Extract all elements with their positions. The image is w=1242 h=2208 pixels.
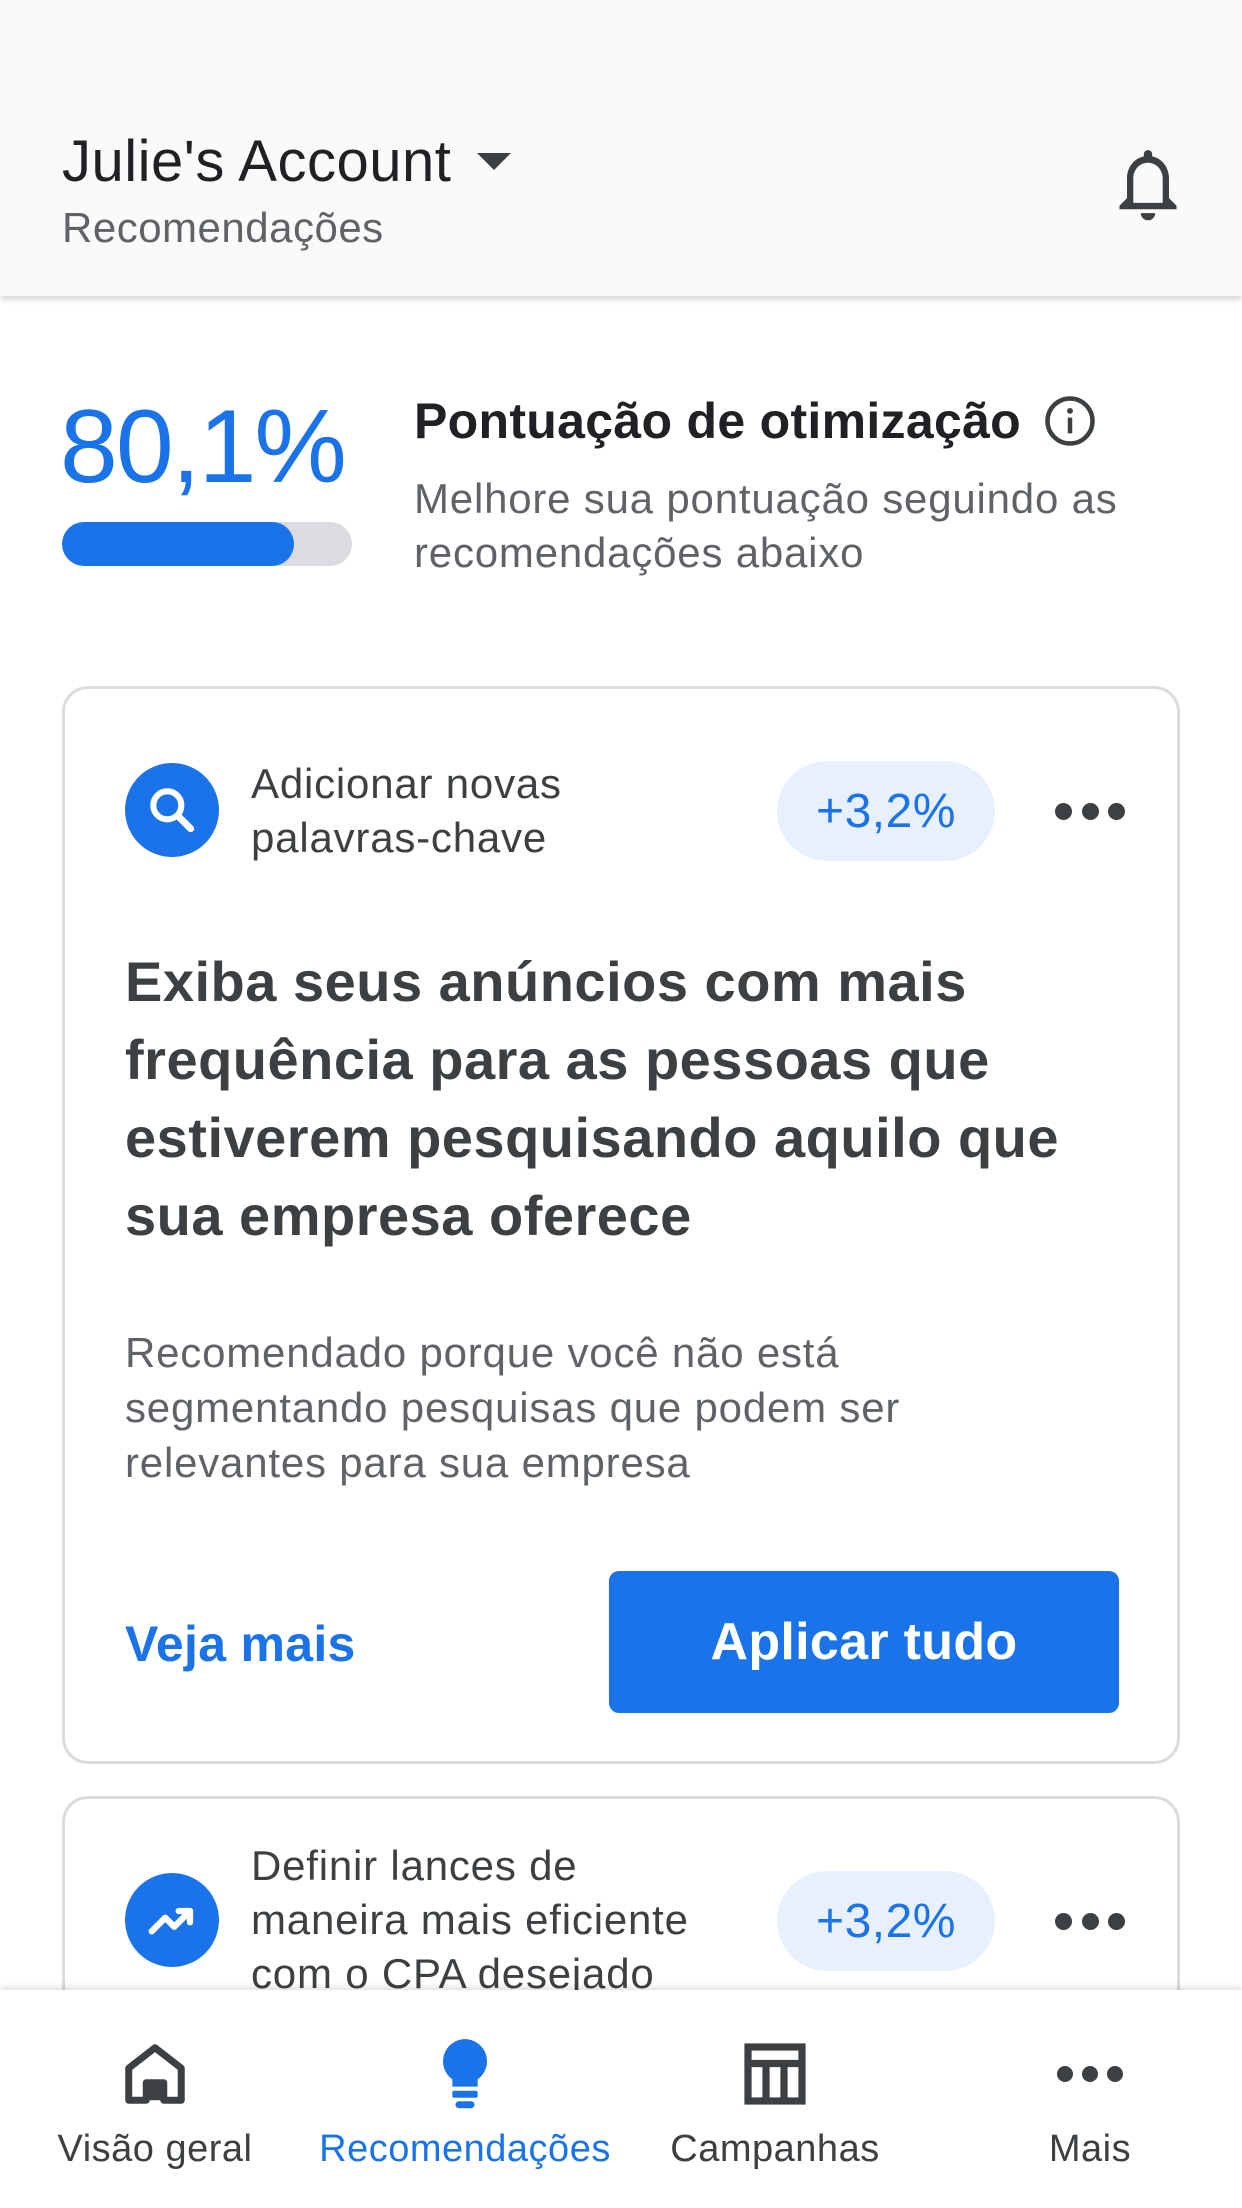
uplift-badge: +3,2% (777, 1871, 995, 1971)
home-icon (125, 2044, 185, 2104)
more-options-icon[interactable] (1055, 1909, 1125, 1933)
optimization-score-heading: Pontuação de otimização (414, 392, 1097, 450)
bottom-navigation: Visão geral Recomendações Campanhas Mais (0, 1990, 1242, 2208)
recommendation-category: Definir lances de maneira mais eficiente… (251, 1839, 689, 2001)
app-header: Julie's Account Recomendações (0, 0, 1242, 296)
lightbulb-icon (443, 2039, 487, 2109)
optimization-score-title: Pontuação de otimização (414, 393, 1022, 449)
optimization-score-value: 80,1% (60, 389, 347, 505)
category-line: palavras-chave (251, 814, 548, 861)
category-line: maneira mais eficiente (251, 1896, 689, 1943)
trending-up-icon (125, 1873, 219, 1967)
optimization-score-progress (62, 522, 352, 566)
caret-down-icon (477, 153, 512, 170)
optimization-score-description: Melhore sua pontuação seguindo as recome… (414, 475, 1118, 576)
nav-item-recommendations[interactable]: Recomendações (300, 1990, 630, 2208)
page-subtitle: Recomendações (62, 204, 384, 251)
recommendation-card: Adicionar novas palavras-chave +3,2% Exi… (62, 686, 1180, 1764)
recommendation-reason: Recomendado porque você não está segment… (125, 1329, 901, 1486)
recommendation-category: Adicionar novas palavras-chave (251, 757, 562, 865)
nav-label: Mais (1048, 2128, 1132, 2170)
nav-item-more[interactable]: Mais (1000, 1990, 1180, 2208)
nav-item-campaigns[interactable]: Campanhas (660, 1990, 890, 2208)
account-switcher[interactable]: Julie's Account (62, 128, 512, 195)
more-horizontal-icon (1057, 2063, 1123, 2085)
nav-label: Campanhas (670, 2128, 880, 2170)
bell-icon[interactable] (1112, 146, 1184, 228)
category-line: Adicionar novas (251, 760, 562, 807)
more-options-icon[interactable] (1055, 799, 1125, 823)
category-line: Definir lances de (251, 1842, 578, 1889)
nav-label: Recomendações (319, 2128, 611, 2170)
see-more-link[interactable]: Veja mais (125, 1615, 356, 1673)
table-icon (744, 2043, 806, 2105)
apply-all-button[interactable]: Aplicar tudo (609, 1571, 1119, 1713)
recommendation-headline: Exiba seus anúncios com mais frequência … (125, 950, 1060, 1247)
progress-fill (62, 522, 295, 566)
search-icon (125, 763, 219, 857)
uplift-badge: +3,2% (777, 761, 995, 861)
info-icon[interactable] (1043, 394, 1097, 448)
nav-item-overview[interactable]: Visão geral (40, 1990, 270, 2208)
nav-label: Visão geral (57, 2128, 253, 2170)
account-title: Julie's Account (62, 129, 452, 194)
